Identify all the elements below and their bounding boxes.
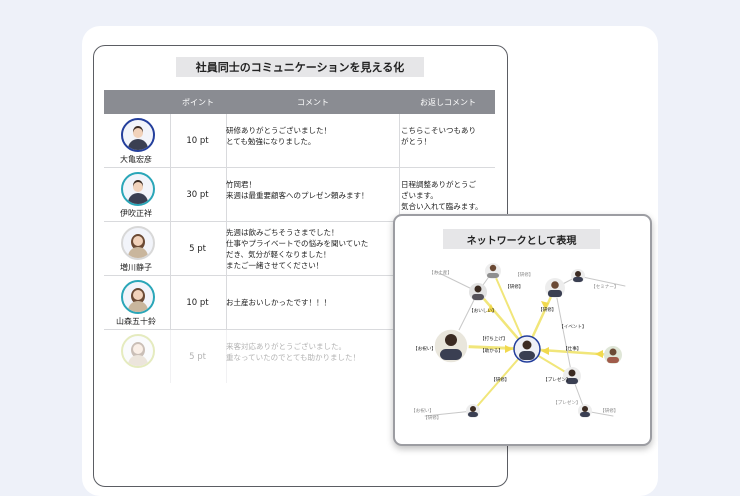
avatar bbox=[121, 226, 155, 260]
avatar bbox=[121, 280, 155, 314]
tag-label: 【お土産】 bbox=[429, 269, 452, 276]
tag-label: 【イベント】 bbox=[559, 324, 587, 330]
points-value: 10 pt bbox=[186, 298, 209, 308]
tag-label: 【助かる】 bbox=[480, 347, 503, 354]
points-value: 5 pt bbox=[189, 352, 206, 362]
avatar bbox=[121, 118, 155, 152]
table-title: 社員同士のコミュニケーションを見える化 bbox=[176, 57, 424, 77]
tag-label: 【研修】 bbox=[600, 407, 618, 414]
reply-text: 日程調整ありがとうご ざいます。 気合い入れて臨みます。 bbox=[401, 180, 483, 211]
tag-label: 【プレゼン】 bbox=[553, 399, 581, 406]
tag-label: 【研修】 bbox=[491, 376, 509, 383]
tag-label: 【研修】 bbox=[538, 306, 556, 313]
table-row: 大亀宏彦 10 pt 研修ありがとうございました！ とても勉強になりました。 こ… bbox=[104, 114, 495, 168]
tag-label: 【おいしい】 bbox=[469, 307, 497, 314]
header-reply: お返しコメント bbox=[420, 98, 476, 107]
tag-label: 【セミナー】 bbox=[591, 284, 619, 290]
header-comment: コメント bbox=[297, 98, 329, 107]
comment-text: 研修ありがとうございました！ とても勉強になりました。 bbox=[226, 126, 331, 146]
comment-text: お土産おいしかったです！！！ bbox=[226, 298, 331, 307]
comment-text: 来客対応ありがとうございました。 重なっていたのでとても助かりました！ bbox=[226, 342, 361, 362]
points-value: 10 pt bbox=[186, 136, 209, 146]
tag-label: 【研修】 bbox=[515, 271, 533, 278]
network-graph: 【お土産】 【研修】 【研修】 【セミナー】 【おいしい】 【イベント】 【打ち… bbox=[411, 263, 626, 421]
tag-label: 【お祝い】 bbox=[413, 345, 436, 352]
tag-label: 【打ち上げ】 bbox=[480, 335, 508, 342]
employee-name: 増川静子 bbox=[120, 263, 152, 272]
reply-text: こちらこそいつもあり がとう！ bbox=[401, 126, 476, 146]
avatar bbox=[121, 334, 155, 368]
tag-label: 【研修】 bbox=[505, 283, 523, 290]
network-panel: ネットワークとして表現 【お土産】 【研修】 【研修】 【セミナー】 【おいしい… bbox=[393, 214, 652, 446]
tag-label: 【お祝い】 bbox=[411, 407, 434, 414]
tag-label: 【研修】 bbox=[423, 414, 441, 421]
comment-text: 先週は飲みごちそうさまでした！ 仕事やプライベートでの悩みを聞いていた だき、気… bbox=[226, 228, 369, 270]
tag-label: 【プレゼン】 bbox=[543, 376, 571, 383]
points-value: 5 pt bbox=[189, 244, 206, 254]
avatar bbox=[121, 172, 155, 206]
header-points: ポイント bbox=[182, 98, 214, 107]
employee-name: 大亀宏彦 bbox=[120, 155, 152, 164]
comment-text: 竹岡君！ 来週は最重要顧客へのプレゼン頼みます！ bbox=[226, 180, 369, 200]
employee-name: 山森五十鈴 bbox=[116, 317, 156, 326]
table-header: ポイント コメント お返しコメント bbox=[104, 90, 495, 114]
tag-label: 【仕事】 bbox=[563, 345, 581, 352]
employee-name: 伊吹正祥 bbox=[120, 209, 152, 218]
points-value: 30 pt bbox=[186, 190, 209, 200]
